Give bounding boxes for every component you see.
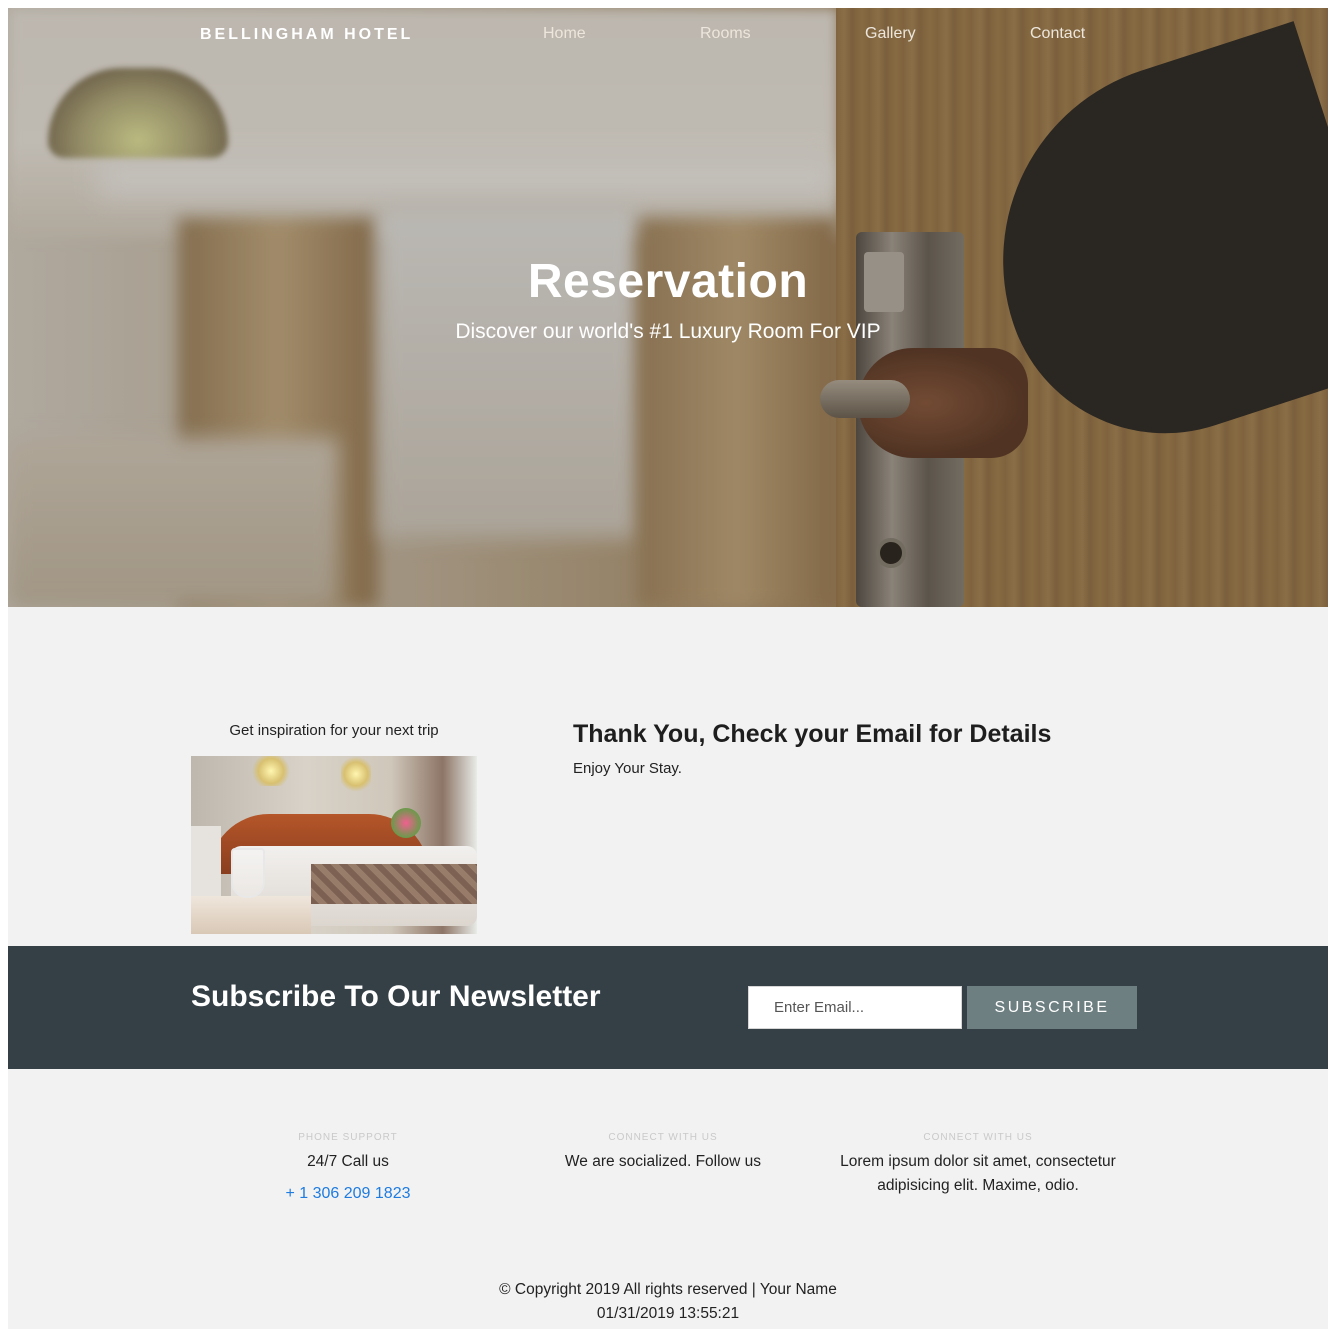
- page: BELLINGHAM HOTEL Home Rooms Gallery Cont…: [8, 8, 1328, 1329]
- footer-about: CONNECT WITH US Lorem ipsum dolor sit am…: [813, 1132, 1143, 1198]
- hero-title: Reservation: [527, 255, 809, 308]
- hero-banner: BELLINGHAM HOTEL Home Rooms Gallery Cont…: [8, 8, 1328, 607]
- footer-phone-support: PHONE SUPPORT 24/7 Call us + 1 306 209 1…: [238, 1132, 458, 1203]
- nav-rooms[interactable]: Rooms: [700, 25, 751, 43]
- footer-kicker: CONNECT WITH US: [923, 1132, 1033, 1143]
- email-input[interactable]: [748, 986, 962, 1029]
- subscribe-button[interactable]: SUBSCRIBE: [967, 986, 1137, 1029]
- timestamp: 01/31/2019 13:55:21: [596, 1305, 740, 1322]
- nav-gallery[interactable]: Gallery: [865, 25, 916, 43]
- footer-text: We are socialized. Follow us: [564, 1153, 762, 1170]
- phone-link[interactable]: + 1 306 209 1823: [285, 1185, 410, 1203]
- brand-logo[interactable]: BELLINGHAM HOTEL: [200, 26, 413, 44]
- footer-text: Lorem ipsum dolor sit amet, consectetur …: [840, 1153, 1116, 1194]
- copyright: © Copyright 2019 All rights reserved | Y…: [8, 1278, 1328, 1326]
- nav-home[interactable]: Home: [543, 25, 586, 43]
- top-nav: BELLINGHAM HOTEL Home Rooms Gallery Cont…: [8, 8, 1328, 68]
- copyright-text: © Copyright 2019 All rights reserved | Y…: [499, 1281, 837, 1298]
- footer-social: CONNECT WITH US We are socialized. Follo…: [543, 1132, 783, 1174]
- newsletter-title: Subscribe To Our Newsletter: [191, 980, 601, 1013]
- footer-kicker: PHONE SUPPORT: [298, 1132, 398, 1143]
- inspiration-label: Get inspiration for your next trip: [229, 722, 439, 739]
- footer-text: 24/7 Call us: [307, 1153, 389, 1170]
- room-image: [191, 756, 477, 934]
- nav-contact[interactable]: Contact: [1030, 25, 1085, 43]
- confirmation-title: Thank You, Check your Email for Details: [573, 720, 1052, 748]
- newsletter-section: Subscribe To Our Newsletter SUBSCRIBE: [8, 946, 1328, 1069]
- confirmation-message: Enjoy Your Stay.: [573, 760, 682, 777]
- footer-kicker: CONNECT WITH US: [608, 1132, 718, 1143]
- hero-subtitle: Discover our world's #1 Luxury Room For …: [455, 320, 881, 343]
